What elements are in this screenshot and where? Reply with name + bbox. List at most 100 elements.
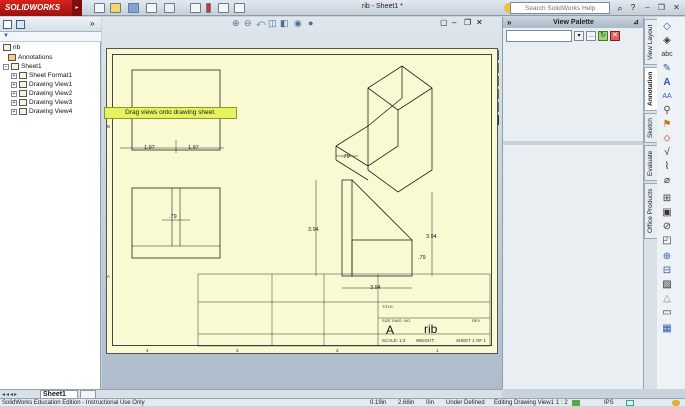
format-painter-icon[interactable]: ✎ — [661, 63, 673, 74]
surface-finish-icon[interactable]: √ — [661, 147, 673, 158]
linear-note-pattern-icon[interactable]: AA — [661, 91, 673, 102]
graphics-close-icon[interactable]: ✕ — [476, 18, 483, 27]
expand-icon[interactable]: + — [11, 90, 17, 97]
tree-item-drawing-view4[interactable]: + Drawing View4 — [11, 108, 72, 115]
select-icon[interactable] — [190, 3, 201, 13]
expand-icon[interactable]: + — [11, 99, 17, 106]
dim-height-left[interactable]: 3.94 — [308, 227, 319, 233]
tables-icon[interactable]: ▦ — [661, 323, 673, 334]
model-items-icon[interactable]: ◈ — [661, 35, 673, 46]
side-view[interactable] — [341, 179, 413, 277]
document-select[interactable] — [506, 30, 572, 42]
collapse-icon[interactable]: − — [3, 63, 9, 70]
collapse-pane-icon[interactable]: » — [507, 17, 511, 28]
search-input[interactable] — [510, 2, 610, 14]
help-icon[interactable]: ? — [628, 2, 638, 14]
dim-front-left[interactable]: 1.97 — [144, 145, 155, 151]
drawing-canvas[interactable]: 1.97 1.97 .79 3.94 3.94 .79 .79 3.94 TIT… — [106, 48, 498, 354]
help-status-icon[interactable] — [672, 400, 680, 406]
tab-office-products[interactable]: Office Products — [644, 183, 658, 239]
graphics-minimize-icon[interactable]: – — [452, 18, 456, 27]
zoom-to-fit-icon[interactable]: ⊕ — [232, 18, 240, 29]
title-name[interactable]: rib — [424, 322, 438, 336]
top-view-outline[interactable] — [131, 187, 221, 259]
undo-icon[interactable] — [164, 3, 175, 13]
feature-tree-tab-icon[interactable] — [3, 20, 12, 29]
rebuild-status-icon[interactable] — [572, 400, 580, 406]
dim-front-right[interactable]: 1.97 — [188, 145, 199, 151]
dim-side-top[interactable]: .79 — [342, 154, 350, 160]
tree-item-annotations[interactable]: Annotations — [8, 54, 52, 61]
palette-splitter[interactable] — [503, 141, 644, 145]
tile-icon[interactable]: ▢ — [440, 18, 448, 27]
tree-item-drawing-view1[interactable]: + Drawing View1 — [11, 81, 72, 88]
datum-feature-icon[interactable]: ▣ — [661, 207, 673, 218]
tab-sketch[interactable]: Sketch — [644, 113, 658, 143]
expand-icon[interactable]: + — [11, 72, 17, 79]
geometric-tolerance-icon[interactable]: ⊞ — [661, 193, 673, 204]
tree-item-sheet-format[interactable]: + Sheet Format1 — [11, 72, 72, 79]
close-icon[interactable]: ✕ — [671, 3, 682, 13]
tree-item-drawing-view3[interactable]: + Drawing View3 — [11, 99, 72, 106]
quick-tips-icon[interactable] — [626, 400, 634, 406]
weld-symbol-icon[interactable]: ⌇ — [661, 161, 673, 172]
dim-height-right[interactable]: 3.94 — [426, 234, 437, 240]
clear-icon[interactable]: ✕ — [610, 31, 620, 41]
restore-icon[interactable]: ❐ — [656, 3, 667, 13]
solidworks-logo[interactable]: SOLIDWORKS — [0, 0, 72, 16]
view-settings-icon[interactable]: ● — [308, 18, 313, 28]
tree-root[interactable]: rib — [3, 44, 20, 51]
revision-symbol-icon[interactable]: △ — [661, 293, 673, 304]
pin-icon[interactable]: ⊿ — [633, 17, 639, 28]
magnetic-line-icon[interactable]: ⬦ — [661, 133, 673, 144]
isometric-view[interactable] — [335, 65, 433, 193]
centerline-icon[interactable]: ⊟ — [661, 265, 673, 276]
tab-view-layout[interactable]: View Layout — [644, 19, 658, 65]
blocks-icon[interactable]: ◰ — [661, 235, 673, 246]
tab-evaluate[interactable]: Evaluate — [644, 145, 658, 181]
title-block[interactable] — [197, 273, 491, 347]
filter-icon[interactable]: ▼ — [3, 33, 9, 39]
spell-check-icon[interactable]: abc — [661, 49, 673, 60]
file-properties-icon[interactable] — [218, 3, 229, 13]
dim-step[interactable]: .79 — [418, 255, 426, 261]
logo-menu-arrow-icon[interactable]: ▸ — [72, 0, 82, 16]
search-icon[interactable]: ⌕ — [614, 2, 626, 14]
graphics-restore-icon[interactable]: ❐ — [464, 18, 471, 27]
zoom-area-icon[interactable]: ⊖ — [244, 18, 252, 29]
size-value[interactable]: A — [386, 323, 394, 337]
smart-dimension-icon[interactable]: ◇ — [661, 21, 673, 32]
datum-target-icon[interactable]: ⊘ — [661, 221, 673, 232]
browse-icon[interactable]: … — [586, 31, 596, 41]
expand-panel-icon[interactable]: » — [90, 19, 94, 28]
property-manager-tab-icon[interactable] — [16, 20, 25, 29]
print-icon[interactable] — [146, 3, 157, 13]
new-document-icon[interactable] — [94, 3, 105, 13]
sheet-nav-arrows-icon[interactable]: ◂◂◂▸ — [2, 391, 38, 398]
save-icon[interactable] — [128, 3, 139, 13]
expand-icon[interactable]: + — [11, 108, 17, 115]
center-mark-icon[interactable]: ⊕ — [661, 251, 673, 262]
revision-cloud-icon[interactable]: ▭ — [661, 307, 673, 318]
tree-item-sheet1[interactable]: − Sheet1 — [3, 63, 42, 70]
auto-balloon-icon[interactable]: ⚑ — [661, 119, 673, 130]
display-style-icon[interactable]: ◧ — [280, 18, 289, 29]
tree-item-drawing-view2[interactable]: + Drawing View2 — [11, 90, 72, 97]
dim-bottom[interactable]: 3.94 — [370, 285, 381, 291]
tab-annotation[interactable]: Annotation — [644, 67, 658, 111]
refresh-icon[interactable]: ↻ — [598, 31, 608, 41]
section-view-icon[interactable]: ◫ — [268, 18, 277, 29]
dim-top-width[interactable]: .79 — [169, 214, 177, 220]
hole-callout-icon[interactable]: ⌀ — [661, 175, 673, 186]
note-icon[interactable]: A — [661, 77, 673, 88]
options-icon[interactable] — [234, 3, 245, 13]
balloon-icon[interactable]: ⚲ — [661, 105, 673, 116]
expand-icon[interactable]: + — [11, 81, 17, 88]
open-folder-icon[interactable] — [110, 3, 121, 13]
hide-show-icon[interactable]: ◉ — [294, 18, 302, 29]
minimize-icon[interactable]: – — [642, 3, 653, 13]
dropdown-arrow-icon[interactable]: ▾ — [574, 31, 584, 41]
tree-filter-bar[interactable]: ▼ — [0, 32, 101, 42]
rebuild-icon[interactable] — [206, 3, 211, 13]
area-hatch-icon[interactable]: ▨ — [661, 279, 673, 290]
